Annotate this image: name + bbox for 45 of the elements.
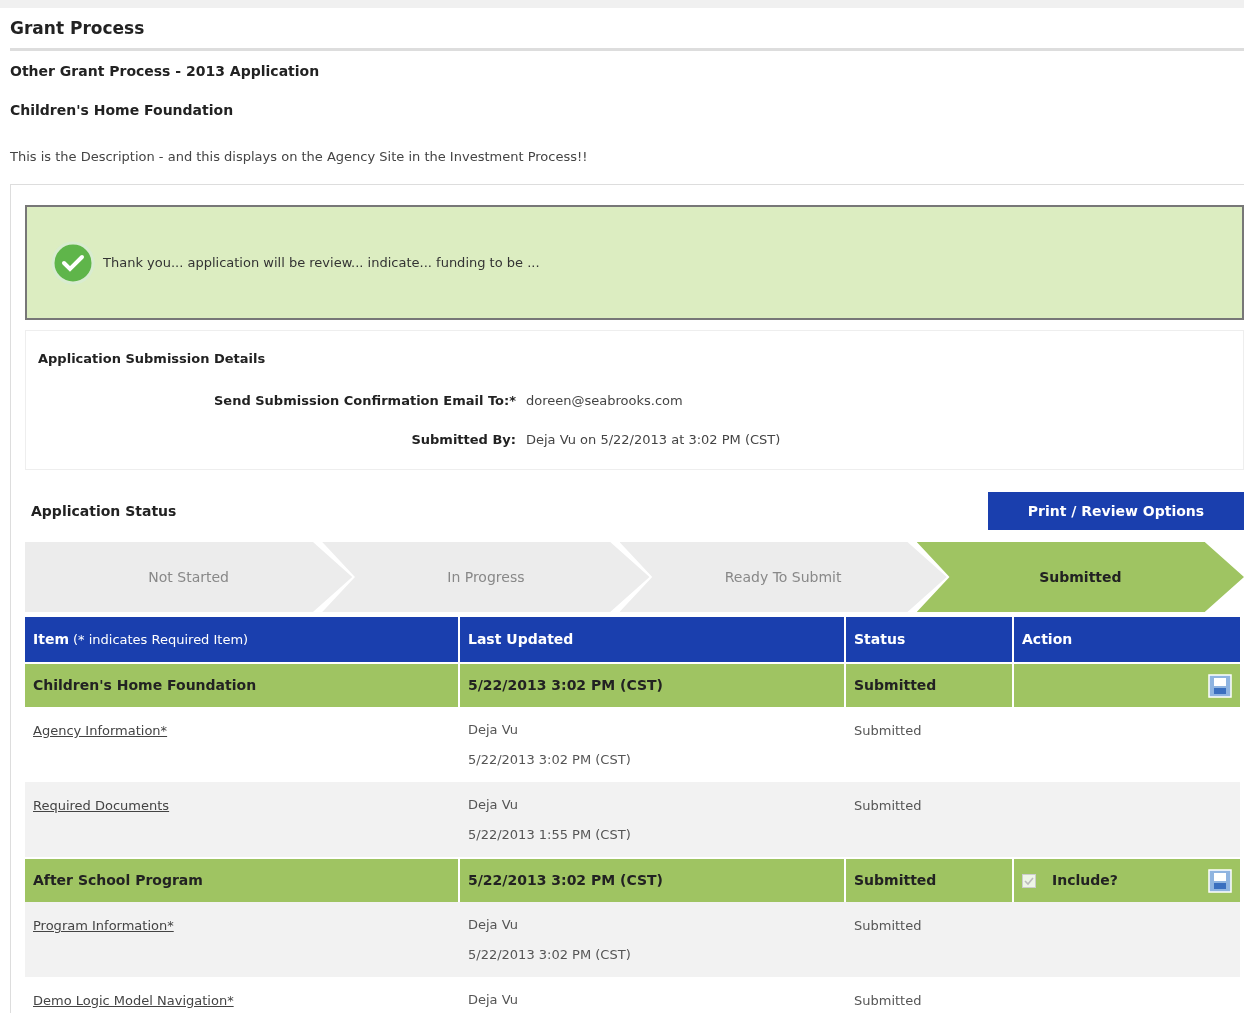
field-value: doreen@seabrooks.com [526, 391, 684, 410]
table-cell: Children's Home Foundation [25, 664, 458, 707]
updated-by: Deja Vu [468, 991, 519, 1009]
field-value: Deja Vu on 5/22/2013 at 3:02 PM (CST) [526, 431, 782, 449]
success-message: Thank you... application will be review... indicate... funding to be ... [103, 253, 540, 272]
updated-date: 5/22/2013 3:02 PM (CST) [468, 751, 632, 769]
column-header: Last Updated [460, 617, 844, 662]
item-link[interactable]: Required Documents [33, 798, 170, 813]
table-cell-text: Submitted [853, 917, 923, 935]
progress-step: Not Started [25, 542, 353, 612]
table-cell: After School Program [25, 859, 458, 902]
table-cell-text: Submitted [853, 797, 923, 815]
status-heading: Application Status [31, 501, 177, 521]
item-link[interactable]: Demo Logic Model Navigation* [33, 993, 234, 1008]
field-label: Send Submission Confirmation Email To:* [213, 391, 516, 410]
process-name: Other Grant Process - 2013 Application [10, 61, 321, 81]
table-cell-text: Submitted [853, 992, 923, 1010]
progress-step: Ready To Submit [619, 542, 947, 612]
field-label: Submitted By: [410, 431, 516, 449]
document-icon[interactable] [1208, 673, 1232, 698]
item-link[interactable]: Program Information* [33, 918, 174, 933]
updated-date: 5/22/2013 1:55 PM (CST) [468, 826, 632, 844]
progress-step: In Progress [322, 542, 650, 612]
table-cell: 5/22/2013 3:02 PM (CST) [460, 664, 844, 707]
document-icon[interactable] [1208, 868, 1232, 893]
progress-step: Submitted [916, 542, 1244, 612]
print-review-button[interactable]: Print / Review Options [988, 492, 1244, 530]
item-link[interactable]: Agency Information* [33, 723, 168, 738]
table-cell: 5/22/2013 3:02 PM (CST) [460, 859, 844, 902]
updated-date: 5/22/2013 3:02 PM (CST) [468, 946, 632, 964]
table-cell: Submitted [846, 859, 1012, 902]
column-header: Action [1014, 617, 1240, 662]
updated-by: Deja Vu [468, 721, 519, 739]
column-header: Item (* indicates Required Item) [25, 617, 458, 662]
checkmark-icon [51, 240, 95, 285]
updated-by: Deja Vu [468, 916, 519, 934]
column-header: Status [846, 617, 1012, 662]
include-label: Include? [1052, 871, 1118, 890]
description-text: This is the Description - and this displays on the Agency Site in the Investment Process!! [10, 147, 589, 166]
organization-name: Children's Home Foundation [10, 100, 235, 120]
updated-by: Deja Vu [468, 796, 519, 814]
details-heading: Application Submission Details [38, 350, 267, 368]
table-cell-text: Submitted [853, 722, 923, 740]
table-cell: Submitted [846, 664, 1012, 707]
page-title: Grant Process [10, 16, 1244, 51]
